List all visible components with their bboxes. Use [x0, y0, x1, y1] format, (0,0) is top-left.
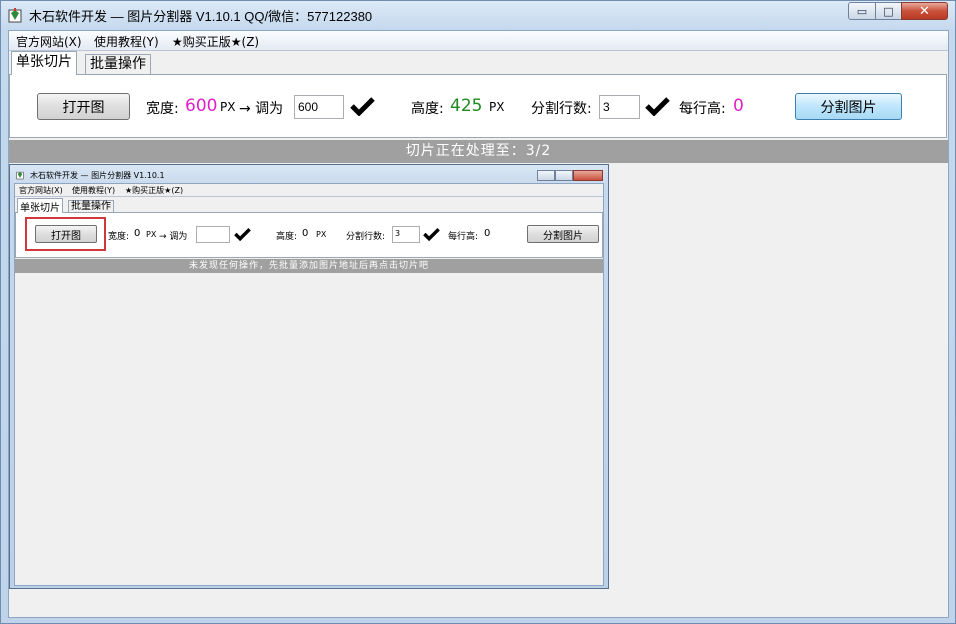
loaded-image-preview: 木石软件开发 — 图片分割器 V1.10.1 官方网站(X) 使用教程(Y) ★… — [9, 164, 609, 589]
open-image-button[interactable]: 打开图 — [37, 93, 130, 120]
preview-status-bar: 未发现任何操作，先批量添加图片地址后再点击切片吧 — [15, 259, 603, 273]
rows-label: 分割行数: — [531, 101, 592, 117]
height-px-unit: PX — [489, 100, 505, 114]
preview-rows-check-icon — [423, 228, 440, 241]
width-px-unit: PX — [220, 100, 236, 114]
confirm-rows-check-icon[interactable] — [645, 96, 670, 116]
preview-window-title: 木石软件开发 — 图片分割器 V1.10.1 — [30, 171, 165, 180]
preview-height-px-unit: PX — [316, 230, 327, 239]
preview-rows-label: 分割行数: — [346, 232, 386, 242]
title-bar[interactable]: 木石软件开发 — 图片分割器 V1.10.1 QQ/微信：577122380 ▭… — [1, 1, 955, 29]
preview-rows-input: 3 — [392, 226, 420, 243]
split-image-button[interactable]: 分割图片 — [795, 93, 902, 120]
row-height-label: 每行高: — [679, 101, 726, 117]
minimize-button[interactable]: ▭ — [848, 2, 876, 20]
preview-menu-official-site: 官方网站(X) — [19, 186, 63, 195]
main-window: 木石软件开发 — 图片分割器 V1.10.1 QQ/微信：577122380 ▭… — [0, 0, 956, 624]
row-height-value: 0 — [733, 96, 744, 116]
height-value: 425 — [450, 96, 483, 116]
menu-tutorial[interactable]: 使用教程(Y) — [94, 33, 159, 50]
confirm-width-check-icon[interactable] — [350, 96, 375, 116]
tab-single-slice[interactable]: 单张切片 — [11, 51, 77, 75]
preview-check-icon — [234, 228, 251, 241]
resize-to-label: → 调为 — [239, 101, 284, 117]
close-icon: ✕ — [919, 3, 930, 19]
preview-width-value: 0 — [134, 228, 141, 239]
preview-minimize-icon — [537, 170, 555, 181]
menu-official-site[interactable]: 官方网站(X) — [16, 33, 82, 50]
status-bar: 切片正在处理至：3/2 — [9, 140, 948, 163]
preview-resize-input — [196, 226, 230, 243]
client-area: 官方网站(X) 使用教程(Y) ★购买正版★(Z) 单张切片 批量操作 打开图 … — [8, 30, 949, 618]
preview-width-px-unit: PX — [146, 230, 157, 239]
app-icon — [8, 8, 22, 23]
minimize-icon: ▭ — [856, 4, 868, 18]
close-button[interactable]: ✕ — [901, 2, 948, 20]
preview-menu-tutorial: 使用教程(Y) — [72, 186, 116, 195]
preview-menu-buy: ★购买正版★(Z) — [125, 186, 184, 195]
preview-close-icon — [573, 170, 603, 181]
preview-row-height-value: 0 — [484, 228, 491, 239]
resize-width-input[interactable] — [294, 95, 344, 119]
preview-app-icon — [16, 171, 24, 180]
maximize-icon: □ — [883, 4, 894, 18]
preview-menu-divider — [15, 196, 603, 197]
tab-batch[interactable]: 批量操作 — [85, 54, 151, 74]
preview-height-value: 0 — [302, 228, 309, 239]
preview-row-height-label: 每行高: — [448, 232, 479, 242]
window-title: 木石软件开发 — 图片分割器 V1.10.1 QQ/微信：577122380 — [29, 9, 373, 24]
highlight-box — [25, 217, 106, 251]
menu-buy[interactable]: ★购买正版★(Z) — [172, 33, 259, 50]
width-value: 600 — [185, 96, 218, 116]
preview-width-label: 宽度: — [108, 232, 130, 242]
maximize-button[interactable]: □ — [875, 2, 902, 20]
single-slice-panel: 打开图 宽度: 600 PX → 调为 高度: 425 PX 分割行数: 每行高… — [9, 74, 947, 138]
preview-maximize-icon — [555, 170, 573, 181]
menu-bar: 官方网站(X) 使用教程(Y) ★购买正版★(Z) — [9, 31, 948, 51]
height-label: 高度: — [411, 101, 444, 117]
preview-split-button: 分割图片 — [527, 225, 599, 243]
width-label: 宽度: — [146, 101, 179, 117]
preview-height-label: 高度: — [276, 232, 298, 242]
preview-tab-single-slice: 单张切片 — [17, 198, 63, 214]
rows-input[interactable] — [599, 95, 640, 119]
preview-resize-to-label: → 调为 — [159, 232, 188, 242]
